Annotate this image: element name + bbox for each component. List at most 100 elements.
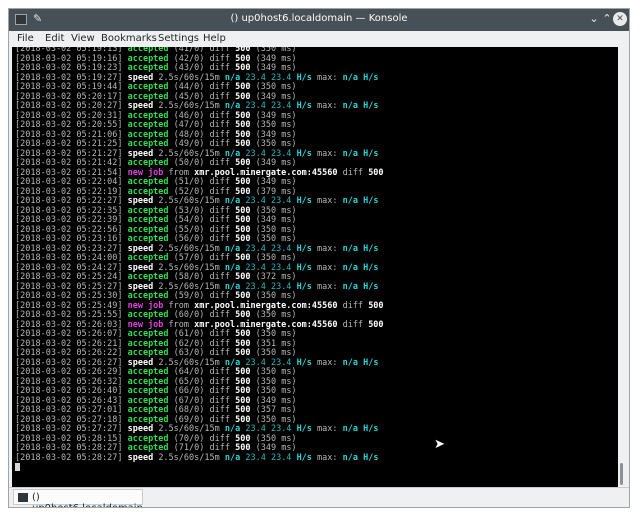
speed-value-long: 23.4 xyxy=(270,101,292,111)
speed-value-mid: 23.4 xyxy=(245,281,266,292)
share-count: (55/0) xyxy=(173,224,205,235)
diff-label: diff xyxy=(342,167,364,178)
diff-value: 500 xyxy=(235,177,251,187)
latency-value: (349 ms) xyxy=(255,91,297,102)
log-timestamp: [2018-03-02 05:26:43] xyxy=(15,395,123,406)
menu-bar: File Edit View Bookmarks Settings Help xyxy=(9,31,629,47)
accepted-label: accepted xyxy=(127,82,169,92)
accepted-label: accepted xyxy=(127,291,169,301)
terminal-output[interactable]: [2018-03-02 05:19:13] accepted (41/0) di… xyxy=(12,47,618,487)
speed-value-mid: 23.4 xyxy=(245,72,266,83)
terminal-scrollbar[interactable] xyxy=(618,47,629,487)
share-count: (48/0) xyxy=(173,129,205,140)
diff-value: 500 xyxy=(235,291,251,301)
speed-value-long: 23.4 xyxy=(270,424,292,434)
speed-value-short: n/a xyxy=(224,196,241,206)
share-count: (65/0) xyxy=(173,376,205,387)
diff-label: diff xyxy=(209,91,230,102)
speed-label: speed xyxy=(127,357,154,368)
speed-label: speed xyxy=(127,148,154,159)
diff-value: 500 xyxy=(235,63,251,73)
diff-value: 500 xyxy=(235,234,251,244)
share-count: (68/0) xyxy=(173,405,205,415)
latency-value: (350 ms) xyxy=(255,348,297,358)
speed-label: speed xyxy=(127,281,154,292)
accepted-label: accepted xyxy=(127,443,169,453)
latency-value: (350 ms) xyxy=(255,310,297,320)
latency-value: (350 ms) xyxy=(255,224,297,235)
speed-unit: H/s xyxy=(296,101,312,111)
latency-value: (349 ms) xyxy=(255,110,297,121)
tab-bar: () up0host6.localdomain xyxy=(9,487,629,507)
share-count: (69/0) xyxy=(173,414,205,425)
diff-label: diff xyxy=(209,310,230,320)
diff-value: 500 xyxy=(235,224,251,235)
close-icon[interactable]: ✕ xyxy=(613,12,627,26)
menu-help[interactable]: Help xyxy=(203,33,226,44)
speed-value-long: 23.4 xyxy=(270,72,292,83)
from-label: from xyxy=(168,319,190,330)
accepted-label: accepted xyxy=(127,348,169,358)
speed-value-short: n/a xyxy=(224,262,241,273)
diff-label: diff xyxy=(209,433,230,444)
log-timestamp: [2018-03-02 05:19:16] xyxy=(15,53,123,64)
window-title: () up0host6.localdomain — Konsole xyxy=(230,13,408,24)
diff-value: 500 xyxy=(235,310,251,320)
diff-label: diff xyxy=(209,443,230,453)
menu-bookmarks[interactable]: Bookmarks xyxy=(101,33,157,44)
latency-value: (350 ms) xyxy=(255,205,297,216)
speed-window: 2.5s/60s/15m xyxy=(158,196,220,206)
speed-value-long: 23.4 xyxy=(270,262,292,273)
share-count: (57/0) xyxy=(173,253,205,263)
share-count: (49/0) xyxy=(173,139,205,149)
text-cursor xyxy=(15,463,20,471)
max-value: n/a H/s xyxy=(342,262,379,273)
log-timestamp: [2018-03-02 05:24:27] xyxy=(15,262,123,273)
share-count: (66/0) xyxy=(173,386,205,396)
accepted-label: accepted xyxy=(127,205,169,216)
menu-view[interactable]: View xyxy=(71,33,95,44)
log-timestamp: [2018-03-02 05:28:27] xyxy=(15,443,123,453)
log-timestamp: [2018-03-02 05:26:07] xyxy=(15,329,123,339)
log-timestamp: [2018-03-02 05:22:56] xyxy=(15,224,123,235)
share-count: (50/0) xyxy=(173,158,205,168)
diff-value: 500 xyxy=(368,167,384,178)
share-count: (45/0) xyxy=(173,91,205,102)
tab-session[interactable]: () up0host6.localdomain xyxy=(13,489,143,507)
log-timestamp: [2018-03-02 05:19:44] xyxy=(15,82,123,92)
log-timestamp: [2018-03-02 05:22:19] xyxy=(15,186,123,197)
share-count: (56/0) xyxy=(173,234,205,244)
latency-value: (350 ms) xyxy=(255,376,297,387)
new-job-label: new job xyxy=(127,319,164,330)
chevron-up-icon[interactable]: ⌃ xyxy=(600,12,614,26)
diff-label: diff xyxy=(209,291,230,301)
share-count: (44/0) xyxy=(173,82,205,92)
menu-file[interactable]: File xyxy=(17,33,34,44)
diff-value: 500 xyxy=(235,253,251,263)
chevron-down-icon[interactable]: ⌄ xyxy=(587,12,601,26)
accepted-label: accepted xyxy=(127,63,169,73)
pool-address: xmr.pool.minergate.com:45560 xyxy=(194,300,338,311)
latency-value: (357 ms) xyxy=(255,405,297,415)
diff-label: diff xyxy=(209,177,230,187)
scrollbar-handle[interactable] xyxy=(620,463,623,485)
share-count: (51/0) xyxy=(173,177,205,187)
diff-value: 500 xyxy=(235,129,251,140)
menu-settings[interactable]: Settings xyxy=(158,33,199,44)
latency-value: (350 ms) xyxy=(255,82,297,92)
speed-value-short: n/a xyxy=(224,243,241,254)
menu-edit[interactable]: Edit xyxy=(45,33,64,44)
diff-label: diff xyxy=(209,348,230,358)
konsole-window: ✎ () up0host6.localdomain — Konsole ⌄ ⌃ … xyxy=(8,8,630,508)
log-timestamp: [2018-03-02 05:20:55] xyxy=(15,120,123,130)
log-timestamp: [2018-03-02 05:20:31] xyxy=(15,110,123,121)
speed-window: 2.5s/60s/15m xyxy=(158,262,220,273)
speed-window: 2.5s/60s/15m xyxy=(158,101,220,111)
log-timestamp: [2018-03-02 05:20:17] xyxy=(15,91,123,102)
diff-label: diff xyxy=(209,205,230,216)
log-timestamp: [2018-03-02 05:21:42] xyxy=(15,158,123,168)
log-timestamp: [2018-03-02 05:26:27] xyxy=(15,357,123,368)
accepted-label: accepted xyxy=(127,414,169,425)
max-value: n/a H/s xyxy=(342,101,379,111)
title-bar[interactable]: ✎ () up0host6.localdomain — Konsole ⌄ ⌃ … xyxy=(9,9,629,31)
